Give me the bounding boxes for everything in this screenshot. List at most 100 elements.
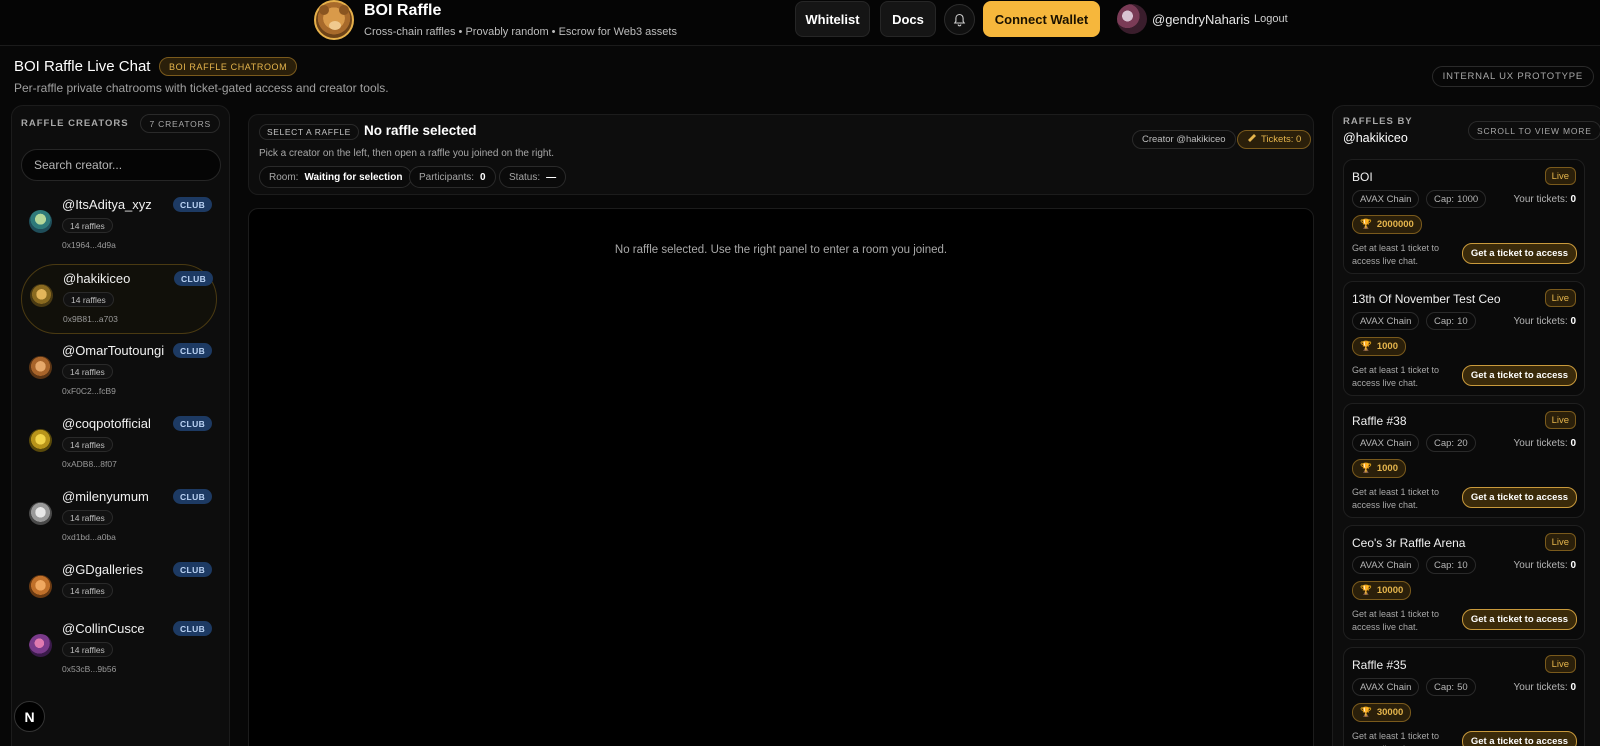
raffle-card[interactable]: Ceo's 3r Raffle Arena Live AVAX Chain Ca… (1343, 525, 1585, 640)
raffle-count: 14 raffles (63, 292, 114, 307)
creator-address: 0x1964...4d9a (62, 240, 116, 250)
creator-item[interactable]: @coqpotofficial CLUB 14 raffles 0xADB8..… (21, 410, 217, 480)
your-tickets-label: Your tickets: (1513, 316, 1568, 327)
cap-chip: Cap: 10 (1426, 556, 1476, 574)
dev-tools-badge[interactable]: N (14, 701, 45, 732)
tickets-label: Tickets: 0 (1261, 134, 1302, 145)
access-note: Get at least 1 ticket to access live cha… (1352, 609, 1440, 632)
raffle-count: 14 raffles (62, 364, 113, 379)
docs-button[interactable]: Docs (880, 1, 936, 37)
raffle-card[interactable]: Raffle #38 Live AVAX Chain Cap: 20 Your t… (1343, 403, 1585, 518)
room-value: Waiting for selection (304, 171, 403, 183)
cap-value: 10 (1457, 559, 1468, 571)
raffle-count: 14 raffles (62, 218, 113, 233)
cap-label: Cap: (1434, 193, 1455, 205)
get-ticket-button[interactable]: Get a ticket to access (1461, 243, 1577, 264)
chat-empty-message: No raffle selected. Use the right panel … (614, 244, 948, 256)
club-badge: CLUB (173, 562, 213, 577)
creator-name: @CollinCusce (62, 621, 145, 636)
trophy-icon: 🏆 (1360, 341, 1372, 352)
get-ticket-button[interactable]: Get a ticket to access (1461, 609, 1577, 630)
raffle-card[interactable]: 13th Of November Test Ceo Live AVAX Chai… (1343, 281, 1585, 396)
status-label: Status: (509, 171, 541, 183)
room-title: No raffle selected (364, 123, 477, 138)
your-tickets: Your tickets: 0 (1514, 682, 1576, 693)
connect-wallet-button[interactable]: Connect Wallet (983, 1, 1100, 37)
chatroom-badge: BOI RAFFLE CHATROOM (159, 57, 298, 76)
your-tickets-value: 0 (1570, 194, 1576, 205)
page-subtitle: Per-raffle private chatrooms with ticket… (14, 81, 389, 95)
prize-value: 2000000 (1376, 219, 1414, 230)
prize-chip: 🏆 30000 (1352, 703, 1412, 722)
your-tickets: Your tickets: 0 (1514, 438, 1576, 449)
creator-item[interactable]: @CollinCusce CLUB 14 raffles 0x53cB...9b… (21, 615, 217, 685)
cap-label: Cap: (1434, 559, 1455, 571)
raffles-panel[interactable]: RAFFLES BY @hakikiceo SCROLL TO VIEW MOR… (1332, 105, 1600, 746)
creator-item[interactable]: @milenyumum CLUB 14 raffles 0xd1bd...a0b… (21, 483, 217, 553)
cap-label: Cap: (1434, 681, 1455, 693)
raffle-count: 14 raffles (62, 583, 113, 598)
creator-name: @milenyumum (62, 489, 149, 504)
creator-name: @ItsAditya_xyz (62, 197, 152, 212)
creators-panel: RAFFLE CREATORS 7 CREATORS @ItsAditya_xy… (11, 105, 230, 746)
creator-name: @coqpotofficial (62, 416, 151, 431)
club-badge: CLUB (173, 489, 213, 504)
prize-value: 1000 (1376, 341, 1398, 352)
raffles-heading: RAFFLES BY (1343, 116, 1413, 127)
get-ticket-button[interactable]: Get a ticket to access (1461, 731, 1577, 746)
prize-chip: 🏆 1000 (1352, 459, 1406, 478)
club-badge: CLUB (173, 621, 213, 636)
club-badge: CLUB (173, 343, 213, 358)
creator-avatar (29, 429, 52, 452)
chat-area: No raffle selected. Use the right panel … (248, 208, 1314, 746)
cap-chip: Cap: 1000 (1426, 190, 1487, 208)
bell-icon[interactable] (944, 4, 975, 35)
tickets-chip: Tickets: 0 (1237, 130, 1312, 149)
logout-link[interactable]: Logout (1254, 13, 1288, 25)
access-note: Get at least 1 ticket to access live cha… (1352, 731, 1440, 746)
bear-logo-icon (314, 0, 354, 40)
select-raffle-chip: SELECT A RAFFLE (259, 124, 359, 140)
your-tickets: Your tickets: 0 (1514, 560, 1576, 571)
room-info-panel: SELECT A RAFFLE No raffle selected Pick … (248, 114, 1314, 195)
user-avatar[interactable] (1117, 4, 1147, 34)
trophy-icon: 🏆 (1360, 707, 1372, 718)
prize-chip: 🏆 10000 (1352, 581, 1412, 600)
your-tickets-label: Your tickets: (1513, 194, 1568, 205)
your-tickets-label: Your tickets: (1513, 560, 1568, 571)
top-bar: BOI Raffle Cross-chain raffles • Provabl… (0, 0, 1600, 46)
prize-value: 10000 (1376, 585, 1404, 596)
raffle-name: BOI (1352, 170, 1373, 184)
creator-item[interactable]: @OmarToutoungi CLUB 14 raffles 0xF0C2...… (21, 337, 217, 407)
your-tickets-label: Your tickets: (1513, 438, 1568, 449)
chain-chip: AVAX Chain (1352, 678, 1420, 696)
creator-name: @hakikiceo (63, 271, 131, 286)
cap-label: Cap: (1434, 437, 1455, 449)
ticket-icon (1247, 133, 1257, 146)
raffle-card[interactable]: BOI Live AVAX Chain Cap: 1000 Your ticket… (1343, 159, 1585, 274)
creators-heading: RAFFLE CREATORS (21, 118, 129, 129)
creator-address: 0xF0C2...fcB9 (62, 386, 116, 396)
creator-chip: Creator @hakikiceo (1132, 130, 1236, 149)
creator-item[interactable]: @ItsAditya_xyz CLUB 14 raffles 0x1964...… (21, 191, 217, 261)
search-creator-input[interactable] (21, 149, 221, 181)
raffle-name: 13th Of November Test Ceo (1352, 292, 1501, 306)
get-ticket-button[interactable]: Get a ticket to access (1461, 487, 1577, 508)
raffle-card[interactable]: Raffle #35 Live AVAX Chain Cap: 50 Your t… (1343, 647, 1585, 746)
whitelist-button[interactable]: Whitelist (795, 1, 870, 37)
creator-item-selected[interactable]: @hakikiceo CLUB 14 raffles 0x9B81...a703 (21, 264, 217, 334)
live-badge: Live (1544, 533, 1576, 551)
prize-chip: 🏆 2000000 (1352, 215, 1422, 234)
brand-subtitle: Cross-chain raffles • Provably random • … (364, 26, 677, 38)
brand[interactable]: BOI Raffle Cross-chain raffles • Provabl… (314, 0, 677, 40)
creator-address: 0xADB8...8f07 (62, 459, 117, 469)
room-pill: Room: Waiting for selection (259, 166, 413, 188)
access-note: Get at least 1 ticket to access live cha… (1352, 243, 1440, 266)
status-pill: Status: — (499, 166, 567, 188)
access-note: Get at least 1 ticket to access live cha… (1352, 487, 1440, 510)
get-ticket-button[interactable]: Get a ticket to access (1461, 365, 1577, 386)
your-tickets-value: 0 (1570, 560, 1576, 571)
club-badge: CLUB (173, 416, 213, 431)
your-tickets-value: 0 (1570, 682, 1576, 693)
chain-chip: AVAX Chain (1352, 434, 1420, 452)
